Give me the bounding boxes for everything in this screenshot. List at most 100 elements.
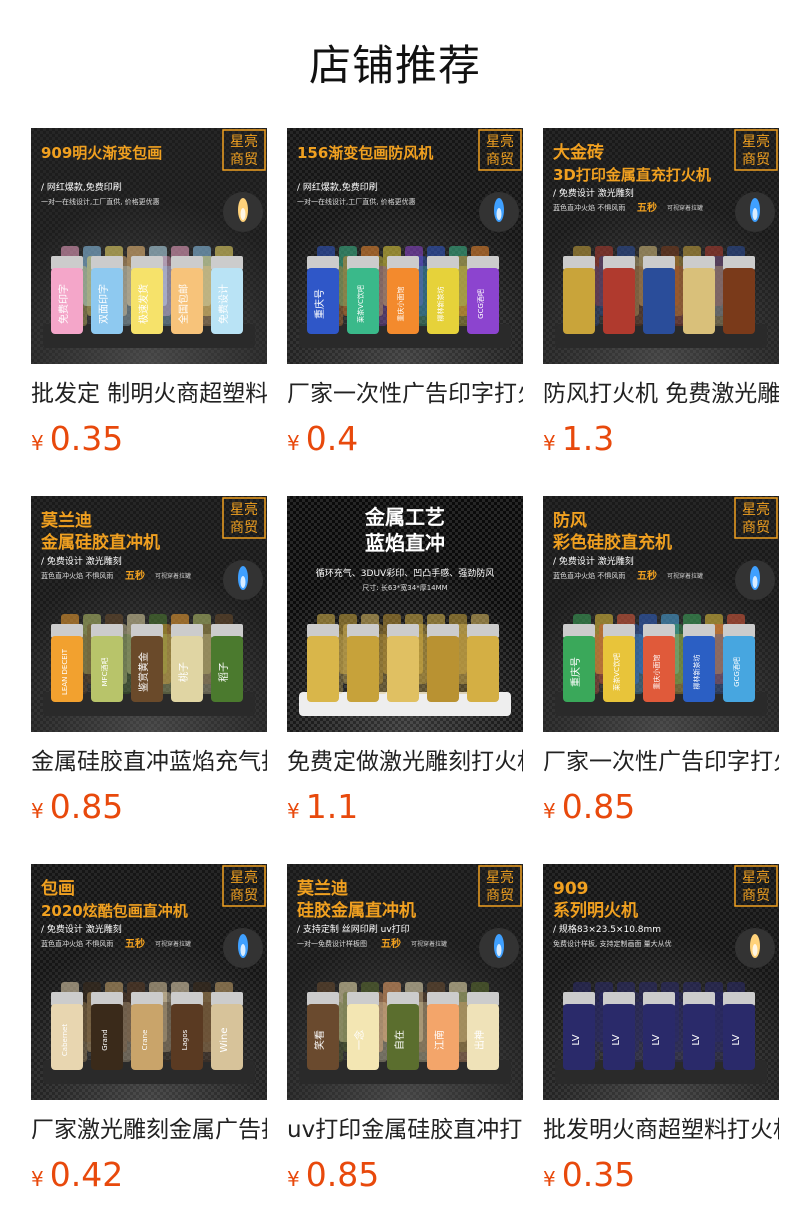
price-amount: 0.85 (305, 1155, 380, 1194)
svg-text:金属工艺: 金属工艺 (364, 505, 445, 529)
svg-text:可视穿着拉罐: 可视穿着拉罐 (155, 940, 191, 948)
svg-text:出神: 出神 (473, 1030, 486, 1050)
product-image[interactable]: 星亮 商贸 909 系列明火机 / 规格83×23.5×10.8mm 免费设计样板, 支持… (543, 864, 779, 1100)
svg-text:Grand: Grand (101, 1029, 109, 1050)
price-amount: 0.85 (49, 787, 124, 826)
product-name[interactable]: 金属硅胶直冲蓝焰充气打火机 (31, 747, 267, 781)
price-amount: 0.35 (561, 1155, 636, 1194)
product-price: ¥0.35 (543, 1155, 635, 1195)
currency-symbol: ¥ (287, 431, 300, 455)
svg-text:江南: 江南 (433, 1030, 446, 1050)
svg-text:可视穿着拉罐: 可视穿着拉罐 (667, 204, 703, 212)
product-image[interactable]: 星亮 商贸 莫兰迪 金属硅胶直冲机 / 免费设计 激光雕刻 蓝色直冲火焰 不惧风雨 五秒 可视… (31, 496, 267, 732)
svg-text:可视穿着拉罐: 可视穿着拉罐 (155, 572, 191, 580)
svg-text:自在: 自在 (393, 1030, 406, 1050)
product-name[interactable]: 免费定做激光雕刻打火机 (287, 747, 523, 781)
svg-text:LEAN DECEIT: LEAN DECEIT (61, 648, 69, 695)
product-name[interactable]: 批发定 制明火商超塑料打火机 (31, 379, 267, 413)
svg-text:一念: 一念 (353, 1030, 366, 1050)
svg-text:一对一免费设计样板图: 一对一免费设计样板图 (297, 939, 367, 948)
svg-text:Cabernet: Cabernet (61, 1024, 69, 1056)
svg-text:商贸: 商贸 (486, 888, 514, 904)
svg-text:一对一在线设计,工厂直供, 价格更优惠: 一对一在线设计,工厂直供, 价格更优惠 (297, 197, 416, 206)
svg-text:一对一在线设计,工厂直供, 价格更优惠: 一对一在线设计,工厂直供, 价格更优惠 (41, 197, 160, 206)
product-image[interactable]: 金属工艺 蓝焰直冲 循环充气、3DUV彩印、凹凸手感、强劲防风 尺寸: 长63*宽34… (287, 496, 523, 732)
product-image[interactable]: 星亮 商贸 防风 彩色硅胶直充机 / 免费设计 激光雕刻 蓝色直冲火焰 不惧风雨 五秒 可视穿… (543, 496, 779, 732)
svg-text:星亮: 星亮 (742, 133, 770, 150)
svg-text:GCG酒吧: GCG酒吧 (477, 289, 485, 319)
svg-text:桃子: 桃子 (177, 662, 190, 682)
svg-text:彩色硅胶直充机: 彩色硅胶直充机 (552, 532, 672, 553)
product-image[interactable]: 星亮 商贸 包画 2020炫酷包画直冲机 / 免费设计 激光雕刻 蓝色直冲火焰 不惧风雨 五… (31, 864, 267, 1100)
svg-text:LV: LV (571, 1034, 582, 1045)
product-price: ¥0.42 (31, 1155, 123, 1195)
page-title: 店铺推荐 (308, 41, 481, 90)
currency-symbol: ¥ (543, 799, 556, 823)
svg-text:莱茶VC饮吧: 莱茶VC饮吧 (356, 285, 365, 323)
svg-text:星亮: 星亮 (230, 133, 258, 150)
svg-text:LV: LV (731, 1034, 742, 1045)
svg-text:/ 免费设计 激光雕刻: / 免费设计 激光雕刻 (41, 923, 122, 935)
svg-text:/ 免费设计 激光雕刻: / 免费设计 激光雕刻 (553, 555, 634, 567)
price-amount: 0.4 (305, 419, 359, 458)
svg-text:五秒: 五秒 (125, 569, 145, 582)
product-name[interactable]: 厂家一次性广告印字打火机 (287, 379, 523, 413)
svg-text:重庆小面馆: 重庆小面馆 (396, 287, 405, 322)
product-name[interactable]: 防风打火机 免费激光雕刻 (543, 379, 779, 413)
svg-text:LV: LV (611, 1034, 622, 1045)
svg-text:防风: 防风 (553, 510, 587, 531)
svg-text:909明火渐变包画: 909明火渐变包画 (41, 144, 162, 162)
currency-symbol: ¥ (31, 799, 44, 823)
svg-text:Crane: Crane (141, 1030, 149, 1051)
product-price: ¥1.3 (543, 419, 614, 459)
svg-text:蓝色直冲火焰 不惧风雨: 蓝色直冲火焰 不惧风雨 (553, 571, 625, 580)
currency-symbol: ¥ (543, 1167, 556, 1191)
svg-text:大金砖: 大金砖 (553, 142, 604, 163)
svg-text:尺寸: 长63*宽34*厚14MM: 尺寸: 长63*宽34*厚14MM (362, 583, 447, 592)
product-image[interactable]: 星亮商贸 909明火渐变包画 / 网红爆款,免费印刷一对一在线设计,工厂直供, 价格… (31, 128, 267, 364)
svg-text:商贸: 商贸 (742, 888, 770, 904)
product-price: ¥0.85 (543, 787, 635, 827)
currency-symbol: ¥ (31, 431, 44, 455)
product-image[interactable]: 星亮 商贸 156渐变包画防风机 / 网红爆款,免费印刷 一对一在线设计,工厂直供, 价… (287, 128, 523, 364)
svg-text:/ 网红爆款,免费印刷: / 网红爆款,免费印刷 (41, 181, 122, 193)
product-image[interactable]: 星亮 商贸 莫兰迪 硅胶金属直冲机 / 支持定制 丝网印刷 uv打印 一对一免费设计样板图… (287, 864, 523, 1100)
product-price: ¥0.85 (287, 1155, 379, 1195)
product-name[interactable]: 厂家一次性广告印字打火机 (543, 747, 779, 781)
svg-text:Lagos: Lagos (181, 1029, 189, 1050)
product-name[interactable]: 批发明火商超塑料打火机 (543, 1115, 779, 1149)
svg-text:循环充气、3DUV彩印、凹凸手感、强劲防风: 循环充气、3DUV彩印、凹凸手感、强劲防风 (316, 567, 494, 579)
svg-text:商贸: 商贸 (742, 152, 770, 168)
svg-text:星亮: 星亮 (230, 869, 258, 886)
svg-text:LV: LV (651, 1034, 662, 1045)
svg-text:商贸: 商贸 (230, 520, 258, 536)
svg-text:星亮: 星亮 (486, 869, 514, 886)
product-name[interactable]: 厂家激光雕刻金属广告打火机 (31, 1115, 267, 1149)
svg-text:蓝色直冲火焰 不惧风雨: 蓝色直冲火焰 不惧风雨 (41, 939, 113, 948)
svg-text:/ 规格83×23.5×10.8mm: / 规格83×23.5×10.8mm (553, 923, 661, 935)
svg-text:包画: 包画 (41, 878, 75, 899)
svg-text:莫兰迪: 莫兰迪 (296, 878, 348, 899)
svg-text:全国包邮: 全国包邮 (177, 284, 190, 324)
product-name[interactable]: uv打印金属硅胶直冲打火机 (287, 1115, 523, 1149)
product-price: ¥1.1 (287, 787, 358, 827)
svg-text:鉴赏黄金: 鉴赏黄金 (137, 652, 150, 692)
svg-text:MFC酒吧: MFC酒吧 (101, 658, 109, 687)
svg-text:极速发货: 极速发货 (137, 284, 150, 324)
svg-text:蓝色直冲火焰 不惧风雨: 蓝色直冲火焰 不惧风雨 (553, 203, 625, 212)
svg-text:商贸: 商贸 (486, 152, 514, 168)
product-price: ¥0.35 (31, 419, 123, 459)
product-price: ¥0.85 (31, 787, 123, 827)
svg-text:星亮: 星亮 (486, 133, 514, 150)
svg-text:五秒: 五秒 (125, 937, 145, 950)
svg-text:星亮: 星亮 (742, 869, 770, 886)
svg-text:免费设计: 免费设计 (217, 284, 230, 324)
product-image[interactable]: 星亮 商贸 大金砖 3D打印金属直充打火机 / 免费设计 激光雕刻 蓝色直冲火焰 不惧风雨… (543, 128, 779, 364)
currency-symbol: ¥ (543, 431, 556, 455)
svg-text:/ 免费设计 激光雕刻: / 免费设计 激光雕刻 (41, 555, 122, 567)
svg-text:星亮: 星亮 (742, 501, 770, 518)
svg-text:商贸: 商贸 (230, 152, 258, 168)
svg-text:3D打印金属直充打火机: 3D打印金属直充打火机 (553, 166, 711, 184)
svg-text:金属硅胶直冲机: 金属硅胶直冲机 (40, 532, 160, 553)
svg-text:商贸: 商贸 (742, 520, 770, 536)
